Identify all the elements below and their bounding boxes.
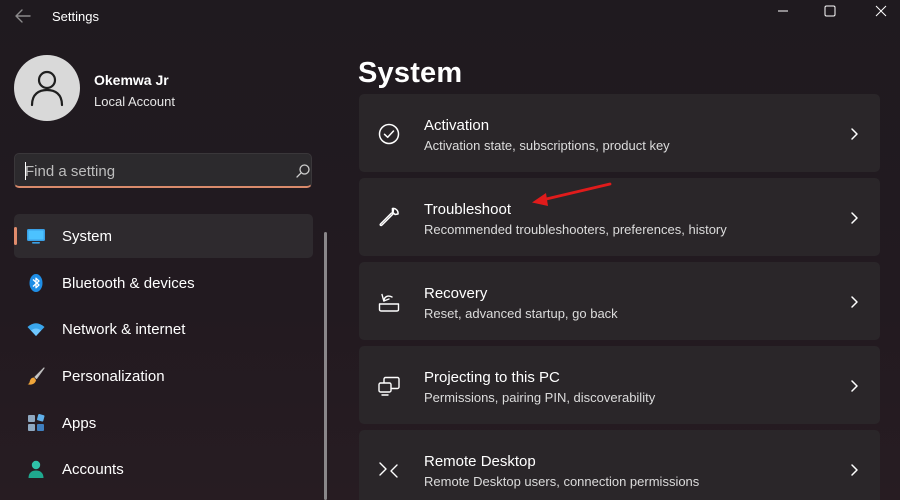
close-icon <box>875 5 887 17</box>
sidebar-item-network[interactable]: Network & internet <box>14 307 313 351</box>
user-icon <box>30 70 64 107</box>
app-title: Settings <box>52 9 99 24</box>
back-button[interactable] <box>10 4 36 28</box>
card-subtitle: Permissions, pairing PIN, discoverabilit… <box>424 390 656 405</box>
chevron-right-icon <box>851 464 858 476</box>
minimize-button[interactable] <box>760 0 806 22</box>
sidebar-item-label: System <box>62 228 113 245</box>
remote-desktop-icon <box>379 462 398 478</box>
person-icon <box>28 460 44 478</box>
card-subtitle: Remote Desktop users, connection permiss… <box>424 474 700 489</box>
chevron-right-icon <box>851 128 858 140</box>
card-title: Activation <box>424 117 490 134</box>
settings-card-remote-desktop[interactable]: Remote Desktop Remote Desktop users, con… <box>359 430 880 500</box>
page-title: System <box>358 57 463 89</box>
chevron-right-icon <box>851 296 858 308</box>
minimize-icon <box>778 10 788 12</box>
chevron-right-icon <box>851 380 858 392</box>
back-arrow-icon <box>15 9 31 23</box>
profile-name: Okemwa Jr <box>94 72 169 88</box>
apps-icon <box>28 413 45 431</box>
wifi-icon <box>27 323 45 336</box>
monitor-icon <box>27 229 45 244</box>
sidebar-item-label: Network & internet <box>62 321 186 338</box>
chevron-right-icon <box>851 212 858 224</box>
card-title: Troubleshoot <box>424 201 511 218</box>
sidebar-item-bluetooth[interactable]: Bluetooth & devices <box>14 261 313 305</box>
avatar[interactable] <box>14 55 80 121</box>
wrench-icon <box>379 207 399 227</box>
sidebar-item-personalization[interactable]: Personalization <box>14 354 313 398</box>
sidebar-scrollbar[interactable] <box>324 232 327 500</box>
search-input[interactable] <box>25 160 275 182</box>
card-subtitle: Reset, advanced startup, go back <box>424 306 618 321</box>
bluetooth-icon <box>29 274 43 292</box>
maximize-icon <box>824 5 836 17</box>
settings-card-recovery[interactable]: Recovery Reset, advanced startup, go bac… <box>359 262 880 340</box>
profile-account-type: Local Account <box>94 94 175 109</box>
card-subtitle: Activation state, subscriptions, product… <box>424 138 670 153</box>
sidebar-item-accounts[interactable]: Accounts <box>14 447 313 491</box>
projecting-icon <box>378 376 400 396</box>
maximize-button[interactable] <box>807 0 853 22</box>
sidebar-item-label: Bluetooth & devices <box>62 275 195 292</box>
card-title: Projecting to this PC <box>424 369 560 386</box>
sidebar-item-label: Personalization <box>62 368 165 385</box>
settings-card-activation[interactable]: Activation Activation state, subscriptio… <box>359 94 880 172</box>
title-bar: Settings <box>0 0 900 34</box>
active-indicator <box>14 227 17 245</box>
text-caret <box>25 162 26 180</box>
card-title: Remote Desktop <box>424 453 536 470</box>
sidebar-item-label: Accounts <box>62 461 124 478</box>
search-box[interactable] <box>14 153 312 188</box>
recovery-icon <box>378 293 400 312</box>
check-circle-icon <box>378 123 400 145</box>
sidebar-item-system[interactable]: System <box>14 214 313 258</box>
card-subtitle: Recommended troubleshooters, preferences… <box>424 222 727 237</box>
sidebar-item-label: Apps <box>62 415 97 432</box>
close-button[interactable] <box>858 0 900 22</box>
sidebar-item-apps[interactable]: Apps <box>14 401 313 445</box>
search-icon[interactable] <box>295 163 311 179</box>
settings-card-projecting[interactable]: Projecting to this PC Permissions, pairi… <box>359 346 880 424</box>
brush-icon <box>27 367 45 385</box>
card-title: Recovery <box>424 285 488 302</box>
annotation-arrow-icon <box>532 182 612 206</box>
settings-window: Settings Okemwa Jr Local Account Find a … <box>0 0 900 500</box>
